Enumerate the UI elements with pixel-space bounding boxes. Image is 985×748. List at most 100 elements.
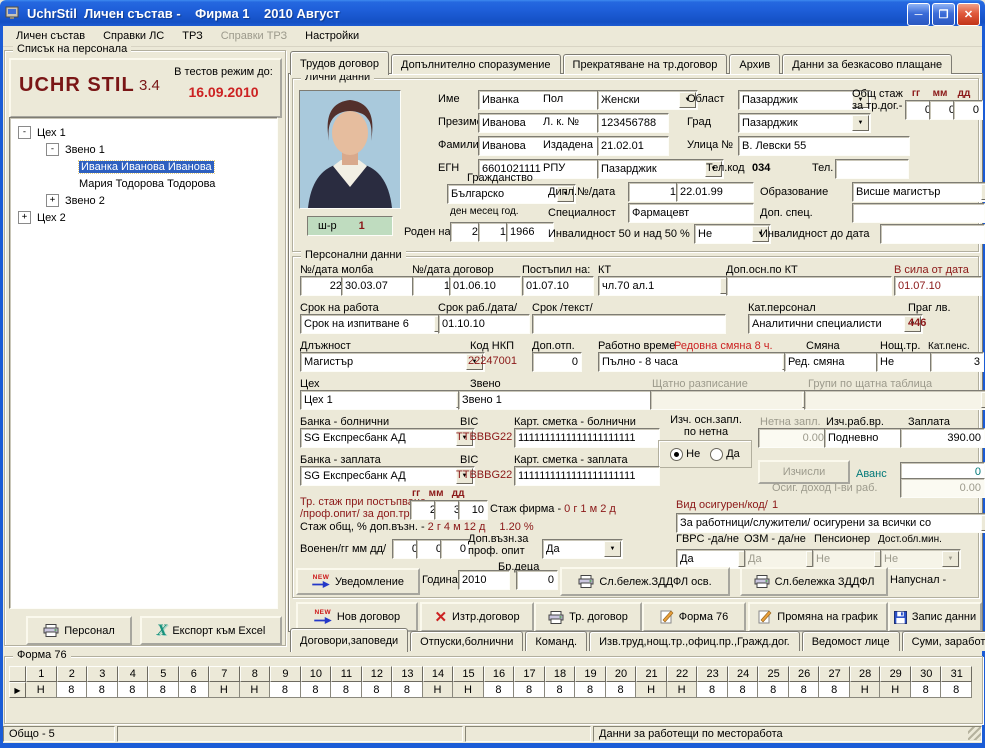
day-header-cell[interactable]: 25 bbox=[758, 666, 789, 682]
day-value-cell[interactable]: 8 bbox=[301, 682, 332, 698]
tree-item-label[interactable]: Мария Тодорова Тодорова bbox=[79, 178, 215, 190]
chevron-down-icon[interactable]: ▼ bbox=[981, 184, 985, 200]
term-date-field[interactable]: 01.10.10 bbox=[438, 314, 530, 334]
day-value-cell[interactable]: 8 bbox=[911, 682, 942, 698]
service-days-field[interactable]: 0 bbox=[953, 100, 983, 120]
phone-field[interactable] bbox=[835, 159, 909, 179]
hired-on-field[interactable]: 01.07.10 bbox=[522, 276, 594, 296]
workshop-combo[interactable]: Цех 1▼ bbox=[300, 390, 475, 410]
sick-bank-combo[interactable]: SG Експресбанк АД▼ bbox=[300, 428, 475, 448]
day-header-cell[interactable]: 31 bbox=[941, 666, 972, 682]
children-count-field[interactable]: 0 bbox=[516, 570, 558, 590]
save-button[interactable]: Запис данни bbox=[888, 602, 982, 632]
day-value-cell[interactable]: 8 bbox=[148, 682, 179, 698]
menu-item[interactable]: Настройки bbox=[296, 28, 368, 44]
id-card-field[interactable]: 123456788 bbox=[597, 113, 669, 133]
day-header-cell[interactable]: 18 bbox=[545, 666, 576, 682]
term-text-field[interactable] bbox=[532, 314, 726, 334]
day-header-cell[interactable]: 26 bbox=[789, 666, 820, 682]
tree-expand-icon[interactable]: + bbox=[18, 211, 31, 224]
position-combo[interactable]: Магистър▼ bbox=[300, 352, 485, 372]
tab[interactable]: Допълнително споразумение bbox=[391, 54, 561, 74]
day-value-cell[interactable]: 8 bbox=[514, 682, 545, 698]
day-value-cell[interactable]: Н bbox=[26, 682, 57, 698]
day-header-cell[interactable]: 6 bbox=[179, 666, 210, 682]
sex-combo[interactable]: Женски▼ bbox=[597, 90, 698, 110]
day-header-cell[interactable]: 14 bbox=[423, 666, 454, 682]
menu-item[interactable]: Справки ТРЗ bbox=[212, 28, 296, 44]
lower-tab[interactable]: Команд. bbox=[525, 631, 587, 651]
insured-type-combo[interactable]: За работници/служители/ осигурени за вси… bbox=[676, 513, 985, 533]
minimize-button[interactable]: ─ bbox=[907, 3, 930, 26]
personnel-print-button[interactable]: Персонал bbox=[26, 616, 132, 645]
issued-field[interactable]: 21.02.01 bbox=[597, 136, 669, 156]
resize-grip[interactable] bbox=[968, 727, 981, 740]
city-combo[interactable]: Пазарджик▼ bbox=[738, 113, 871, 133]
tree-item-label[interactable]: Звено 2 bbox=[65, 195, 105, 207]
tree-item-label[interactable]: Цех 2 bbox=[37, 212, 66, 224]
day-header-cell[interactable]: 15 bbox=[453, 666, 484, 682]
day-value-cell[interactable]: 8 bbox=[789, 682, 820, 698]
day-header-cell[interactable]: 17 bbox=[514, 666, 545, 682]
specialty-field[interactable]: Фармацевт bbox=[628, 203, 754, 223]
lower-tab[interactable]: Ведомост лице bbox=[802, 631, 900, 651]
street-field[interactable]: В. Левски 55 bbox=[738, 136, 910, 156]
notification-button[interactable]: NEW Уведомление bbox=[296, 568, 420, 595]
rpu-combo[interactable]: Пазарджик▼ bbox=[597, 159, 724, 179]
kt-combo[interactable]: чл.70 ал.1▼ bbox=[598, 276, 739, 296]
tree-item[interactable]: - Звено 1 bbox=[10, 141, 277, 158]
kt-extra-field[interactable] bbox=[726, 276, 892, 296]
salary-field[interactable]: 390.00 bbox=[900, 428, 985, 448]
day-header-cell[interactable]: 22 bbox=[667, 666, 698, 682]
day-header-cell[interactable]: 7 bbox=[209, 666, 240, 682]
day-header-cell[interactable]: 1 bbox=[26, 666, 57, 682]
change-schedule-button[interactable]: Промяна на график bbox=[748, 602, 888, 632]
education-combo[interactable]: Висше магистър▼ bbox=[852, 182, 985, 202]
day-value-cell[interactable]: 8 bbox=[392, 682, 423, 698]
military-days[interactable]: 0 bbox=[440, 539, 470, 559]
day-value-cell[interactable]: 8 bbox=[758, 682, 789, 698]
print-contract-button[interactable]: Тр. договор bbox=[534, 602, 642, 632]
pension-category-field[interactable]: 3 bbox=[930, 352, 984, 372]
day-header-cell[interactable]: 23 bbox=[697, 666, 728, 682]
day-value-cell[interactable]: 8 bbox=[362, 682, 393, 698]
sick-account-field[interactable]: 1111111111111111111111 bbox=[514, 428, 660, 448]
born-year-field[interactable]: 1966 bbox=[506, 222, 554, 242]
day-header-cell[interactable]: 30 bbox=[911, 666, 942, 682]
middle-name-field[interactable]: Иванова bbox=[478, 113, 606, 133]
day-value-cell[interactable]: 8 bbox=[87, 682, 118, 698]
diploma-no-field[interactable]: 1 bbox=[628, 182, 680, 202]
tab[interactable]: Архив bbox=[729, 54, 780, 74]
day-header-cell[interactable]: 27 bbox=[819, 666, 850, 682]
day-header-cell[interactable]: 10 bbox=[301, 666, 332, 682]
day-header-cell[interactable]: 19 bbox=[575, 666, 606, 682]
day-value-cell[interactable]: 8 bbox=[484, 682, 515, 698]
export-excel-button[interactable]: X Експорт към Excel bbox=[140, 616, 282, 645]
tree-expand-icon[interactable]: + bbox=[46, 194, 59, 207]
tree-item-label[interactable]: Иванка Иванова Иванова bbox=[79, 161, 214, 173]
tab[interactable]: Трудов договор bbox=[290, 51, 389, 75]
tree-item[interactable]: Мария Тодорова Тодорова bbox=[10, 175, 277, 192]
menu-item[interactable]: Справки ЛС bbox=[94, 28, 173, 44]
tree-expand-icon[interactable]: - bbox=[46, 143, 59, 156]
menu-item[interactable]: ТРЗ bbox=[173, 28, 211, 44]
day-header-cell[interactable]: 8 bbox=[240, 666, 271, 682]
personnel-category-combo[interactable]: Аналитични специалисти▼ bbox=[748, 314, 923, 334]
day-header-cell[interactable]: 2 bbox=[57, 666, 88, 682]
salary-account-field[interactable]: 1111111111111111111111 bbox=[514, 466, 660, 486]
contract-date-field[interactable]: 01.06.10 bbox=[449, 276, 521, 296]
tax-note-exempt-button[interactable]: Сл.бележ.ЗДДФЛ осв. bbox=[560, 567, 730, 596]
day-value-cell[interactable]: Н bbox=[850, 682, 881, 698]
day-value-cell[interactable]: 8 bbox=[179, 682, 210, 698]
tree-expand-icon[interactable]: - bbox=[18, 126, 31, 139]
day-value-cell[interactable]: 8 bbox=[941, 682, 972, 698]
form76-button[interactable]: Форма 76 bbox=[642, 602, 746, 632]
day-value-cell[interactable]: Н bbox=[880, 682, 911, 698]
calculate-button[interactable]: Изчисли bbox=[758, 460, 850, 484]
tree-item-label[interactable]: Цех 1 bbox=[37, 127, 66, 139]
lower-tab[interactable]: Изв.труд,нощ.тр.,офиц.пр.,Гражд.дог. bbox=[589, 631, 800, 651]
application-no-field[interactable]: 22 bbox=[300, 276, 346, 296]
day-header-cell[interactable]: 29 bbox=[880, 666, 911, 682]
day-header-cell[interactable]: 20 bbox=[606, 666, 637, 682]
day-header-cell[interactable]: 9 bbox=[270, 666, 301, 682]
